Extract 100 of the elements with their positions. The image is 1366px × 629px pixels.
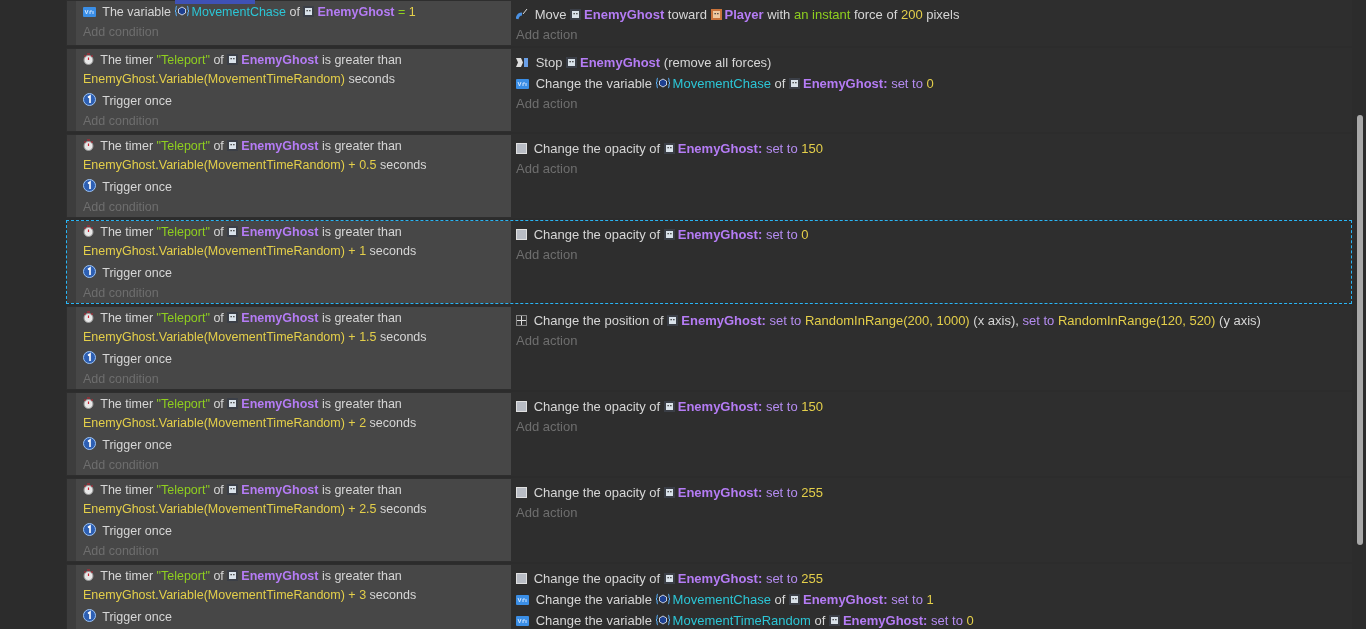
object-name: EnemyGhost <box>317 5 395 19</box>
instruction-text: of <box>774 76 786 91</box>
opacity-icon <box>516 573 527 584</box>
stopwatch-icon <box>83 483 94 495</box>
keyword-text: set to <box>765 485 798 500</box>
object-icon <box>663 401 675 412</box>
instruction-text: Change the opacity of <box>533 571 661 586</box>
event-gutter[interactable] <box>67 1 76 45</box>
expression-text: EnemyGhost.Variable(MovementTimeRandom) + 1.5 <box>83 330 377 344</box>
object-name: EnemyGhost: <box>803 76 888 91</box>
variable-scope-icon <box>655 614 670 626</box>
object-icon <box>570 9 582 20</box>
expression-text: RandomInRange(120, 520) <box>1057 313 1216 328</box>
instruction-text: of <box>289 5 300 19</box>
choice-text: = <box>398 5 406 19</box>
keyword-text: set to <box>1022 313 1055 328</box>
object-icon <box>227 484 239 495</box>
scrollbar-thumb[interactable] <box>1357 115 1363 545</box>
object-icon <box>828 615 840 626</box>
opacity-icon <box>516 143 527 154</box>
instruction-text: Change the variable <box>535 592 652 607</box>
keyword-text: set to <box>765 227 798 242</box>
add-action-link[interactable]: Add action <box>516 417 578 437</box>
trigger-once-icon <box>83 437 96 450</box>
object-name: EnemyGhost <box>241 397 319 411</box>
add-action-link[interactable]: Add action <box>516 159 578 179</box>
object-icon <box>227 570 239 581</box>
variable-icon <box>83 7 96 17</box>
trigger-once-icon <box>83 523 96 536</box>
instruction-text: Trigger once <box>102 610 172 624</box>
instruction-text: Change the variable <box>535 613 652 628</box>
object-icon <box>303 6 315 17</box>
choice-text: an instant <box>793 7 851 22</box>
instruction-text: The timer <box>100 569 154 583</box>
expression-text: EnemyGhost.Variable(MovementTimeRandom) + 2.5 <box>83 502 377 516</box>
instruction-text: The timer <box>100 139 154 153</box>
add-action-link[interactable]: Add action <box>516 25 578 45</box>
instruction-text: Trigger once <box>102 266 172 280</box>
instruction-text: Trigger once <box>102 352 172 366</box>
add-action-link[interactable]: Add action <box>516 245 578 265</box>
instruction-text: Change the opacity of <box>533 227 661 242</box>
stop-icon <box>516 57 529 68</box>
instruction-text: Change the opacity of <box>533 399 661 414</box>
event-gutter[interactable] <box>67 307 76 389</box>
object-icon <box>227 54 239 65</box>
event-gutter[interactable] <box>67 479 76 561</box>
expression-text: 0 <box>926 76 934 91</box>
instruction-text: of <box>814 613 826 628</box>
object-name: EnemyGhost: <box>677 571 763 586</box>
opacity-icon <box>516 229 527 240</box>
string-value: "Teleport" <box>156 225 210 239</box>
variable-name: MovementChase <box>672 592 771 607</box>
keyword-text: set to <box>769 313 802 328</box>
keyword-text: set to <box>931 613 963 628</box>
object-icon <box>227 312 239 323</box>
instruction-text: Change the opacity of <box>533 485 661 500</box>
instruction-text: is greater than <box>321 397 402 411</box>
instruction-text: toward <box>667 7 707 22</box>
expression-text: 255 <box>801 571 823 586</box>
variable-icon <box>516 595 529 605</box>
event-gutter[interactable] <box>67 221 76 303</box>
string-value: "Teleport" <box>156 397 210 411</box>
trigger-once-icon <box>83 609 96 622</box>
keyword-text: set to <box>891 592 923 607</box>
stopwatch-icon <box>83 53 94 65</box>
event-gutter[interactable] <box>67 135 76 217</box>
keyword-text: set to <box>765 141 798 156</box>
object-icon <box>227 140 239 151</box>
opacity-icon <box>516 401 527 412</box>
trigger-once-icon <box>83 179 96 192</box>
object-name: EnemyGhost <box>241 569 319 583</box>
expression-text: 1 <box>926 592 934 607</box>
object-name: EnemyGhost: <box>803 592 888 607</box>
keyword-text: set to <box>765 571 798 586</box>
event-gutter[interactable] <box>67 393 76 475</box>
add-action-link[interactable]: Add action <box>516 503 578 523</box>
instruction-text: (y axis) <box>1219 313 1261 328</box>
object-icon <box>663 573 675 584</box>
object-name: EnemyGhost: <box>677 485 763 500</box>
instruction-text: is greater than <box>321 225 402 239</box>
add-action-link[interactable]: Add action <box>516 331 578 351</box>
object-name: EnemyGhost: <box>842 613 928 628</box>
object-icon <box>663 143 675 154</box>
stopwatch-icon <box>83 225 94 237</box>
stopwatch-icon <box>83 397 94 409</box>
instruction-text: is greater than <box>321 53 402 67</box>
object-name: EnemyGhost: <box>681 313 766 328</box>
event-gutter[interactable] <box>67 565 76 629</box>
instruction-text: of <box>213 139 224 153</box>
event-gutter[interactable] <box>67 49 76 131</box>
stopwatch-icon <box>83 139 94 151</box>
instruction-text: (remove all forces) <box>663 55 772 70</box>
add-action-link[interactable]: Add action <box>516 94 578 114</box>
instruction-text: The timer <box>100 311 154 325</box>
instruction-text: Trigger once <box>102 524 172 538</box>
object-name: EnemyGhost <box>241 311 319 325</box>
instruction-text: Trigger once <box>102 180 172 194</box>
object-icon <box>789 594 800 605</box>
instruction-text: of <box>213 53 224 67</box>
instruction-text: force of <box>853 7 898 22</box>
